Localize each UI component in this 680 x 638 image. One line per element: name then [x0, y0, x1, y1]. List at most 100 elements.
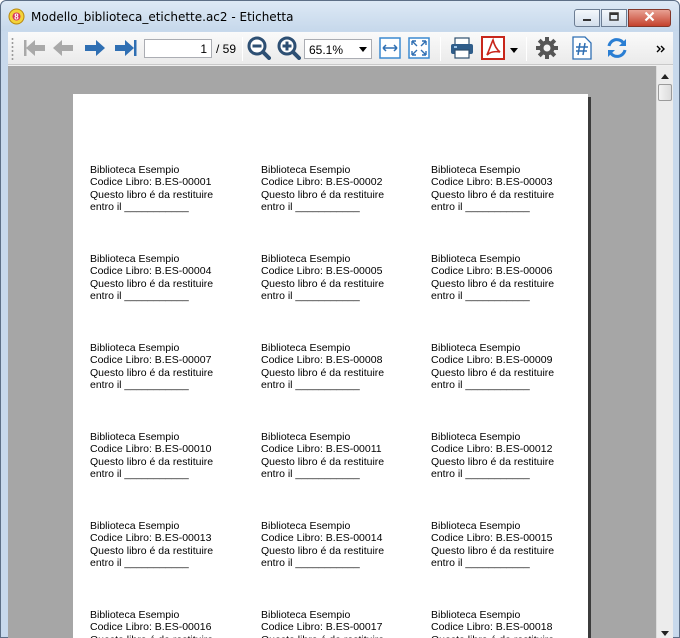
pdf-options-dropdown[interactable] [508, 37, 520, 61]
book-label: Biblioteca Esempio Codice Libro: B.ES-000… [261, 342, 431, 391]
scroll-down-button[interactable] [657, 623, 673, 638]
label-line1: Biblioteca Esempio [90, 431, 180, 443]
settings-button[interactable] [534, 36, 560, 63]
label-line2: Codice Libro: B.ES-00011 [261, 443, 382, 456]
chevron-down-icon [355, 40, 371, 58]
book-label: Biblioteca Esempio Codice Libro: B.ES-000… [431, 342, 601, 391]
label-line1: Biblioteca Esempio [90, 520, 180, 532]
print-button[interactable] [448, 36, 476, 61]
label-line2: Codice Libro: B.ES-00009 [431, 354, 553, 367]
previous-page-button[interactable] [50, 37, 76, 61]
label-line2: Codice Libro: B.ES-00002 [261, 176, 383, 189]
zoom-dropdown[interactable]: 65.1% [304, 39, 372, 59]
maximize-icon [609, 11, 619, 25]
arrow-last-icon [113, 37, 139, 62]
label-line2: Codice Libro: B.ES-00016 [90, 621, 212, 634]
label-line4: entro il ___________ [261, 378, 360, 391]
arrow-first-icon [23, 37, 47, 62]
label-line2: Codice Libro: B.ES-00007 [90, 354, 212, 367]
label-line4: entro il ___________ [261, 467, 360, 480]
title-bar[interactable]: 8 Modello_biblioteca_etichette.ac2 - Eti… [1, 1, 679, 31]
label-line3: Questo libro é da restituire [90, 366, 214, 379]
label-line3: Questo libro é da restituire [90, 188, 214, 201]
label-line3: Questo libro é da restituire [90, 455, 214, 468]
book-label: Biblioteca Esempio Codice Libro: B.ES-000… [431, 431, 601, 480]
label-line4: entro il ___________ [431, 200, 530, 213]
toolbar-grip[interactable] [11, 37, 14, 61]
first-page-button[interactable] [22, 37, 48, 61]
label-line1: Biblioteca Esempio [261, 609, 351, 621]
label-line2: Codice Libro: B.ES-00004 [90, 265, 212, 278]
scroll-up-button[interactable] [657, 66, 673, 83]
zoom-in-button[interactable] [276, 36, 302, 61]
label-line3: Questo libro é da restituire [261, 277, 385, 290]
preview-viewport[interactable]: Biblioteca Esempio Codice Libro: B.ES-000… [8, 66, 656, 638]
pdf-export-button[interactable] [480, 35, 506, 61]
label-line1: Biblioteca Esempio [431, 520, 521, 532]
label-line4: entro il ___________ [90, 200, 189, 213]
scrollbar-thumb[interactable] [658, 84, 672, 101]
fit-page-icon [408, 36, 430, 62]
label-line2: Codice Libro: B.ES-00003 [431, 176, 553, 189]
label-line3: Questo libro é da restituire [431, 188, 555, 201]
label-line4: entro il ___________ [431, 556, 530, 569]
refresh-button[interactable] [604, 37, 630, 61]
fit-width-button[interactable] [378, 36, 402, 61]
arrow-left-icon [51, 37, 75, 62]
next-page-button[interactable] [82, 37, 108, 61]
app-logo-icon[interactable]: 8 [8, 8, 25, 25]
scroll-up-icon [661, 68, 669, 82]
label-line1: Biblioteca Esempio [431, 609, 521, 621]
label-line4: entro il ___________ [431, 467, 530, 480]
label-line2: Codice Libro: B.ES-00013 [90, 532, 212, 545]
label-line1: Biblioteca Esempio [90, 253, 180, 265]
book-label: Biblioteca Esempio Codice Libro: B.ES-000… [90, 609, 260, 638]
book-label: Biblioteca Esempio Codice Libro: B.ES-000… [431, 164, 601, 213]
label-line1: Biblioteca Esempio [90, 609, 180, 621]
label-line3: Questo libro é da restituire [261, 634, 431, 638]
fit-page-button[interactable] [407, 36, 431, 62]
minimize-icon [582, 11, 592, 25]
label-line1: Biblioteca Esempio [261, 431, 351, 443]
label-line1: Biblioteca Esempio [261, 164, 351, 176]
label-line3: Questo libro é da restituire [431, 366, 555, 379]
label-line4: entro il ___________ [261, 289, 360, 302]
minimize-button[interactable] [574, 9, 600, 27]
label-line4: entro il ___________ [431, 378, 530, 391]
label-line4: entro il ___________ [90, 378, 189, 391]
label-line3: Questo libro é da restituire [261, 188, 385, 201]
vertical-scrollbar[interactable] [656, 66, 673, 638]
book-label: Biblioteca Esempio Codice Libro: B.ES-000… [90, 520, 260, 569]
label-line3: Questo libro é da restituire [431, 455, 555, 468]
arrow-right-icon [83, 37, 107, 62]
label-line3: Questo libro é da restituire [261, 455, 385, 468]
toolbar-separator [526, 37, 527, 61]
label-line1: Biblioteca Esempio [431, 164, 521, 176]
scroll-down-icon [661, 625, 669, 638]
label-line1: Biblioteca Esempio [431, 431, 521, 443]
label-line4: entro il ___________ [90, 289, 189, 302]
zoom-out-button[interactable] [246, 36, 272, 61]
label-line1: Biblioteca Esempio [431, 342, 521, 354]
label-line2: Codice Libro: B.ES-00015 [431, 532, 553, 545]
close-button[interactable] [628, 9, 671, 27]
label-line1: Biblioteca Esempio [261, 342, 351, 354]
page-number-input[interactable] [144, 39, 212, 58]
label-line4: entro il ___________ [90, 467, 189, 480]
label-line2: Codice Libro: B.ES-00005 [261, 265, 383, 278]
chevron-more-icon [656, 42, 666, 56]
gear-icon [535, 36, 559, 63]
label-line2: Codice Libro: B.ES-00010 [90, 443, 212, 456]
label-line1: Biblioteca Esempio [90, 164, 180, 176]
page-total-label: / 59 [216, 42, 237, 56]
book-label: Biblioteca Esempio Codice Libro: B.ES-000… [261, 253, 431, 302]
book-label: Biblioteca Esempio Codice Libro: B.ES-000… [431, 520, 601, 569]
zoom-value: 65.1% [309, 43, 344, 57]
last-page-button[interactable] [112, 37, 140, 61]
label-page: Biblioteca Esempio Codice Libro: B.ES-000… [73, 94, 588, 638]
page-number-button[interactable] [570, 35, 594, 61]
maximize-button[interactable] [601, 9, 627, 27]
label-line3: Questo libro é da restituire [261, 544, 385, 557]
more-tools-button[interactable] [654, 40, 668, 58]
label-line2: Codice Libro: B.ES-00018 [431, 621, 553, 634]
